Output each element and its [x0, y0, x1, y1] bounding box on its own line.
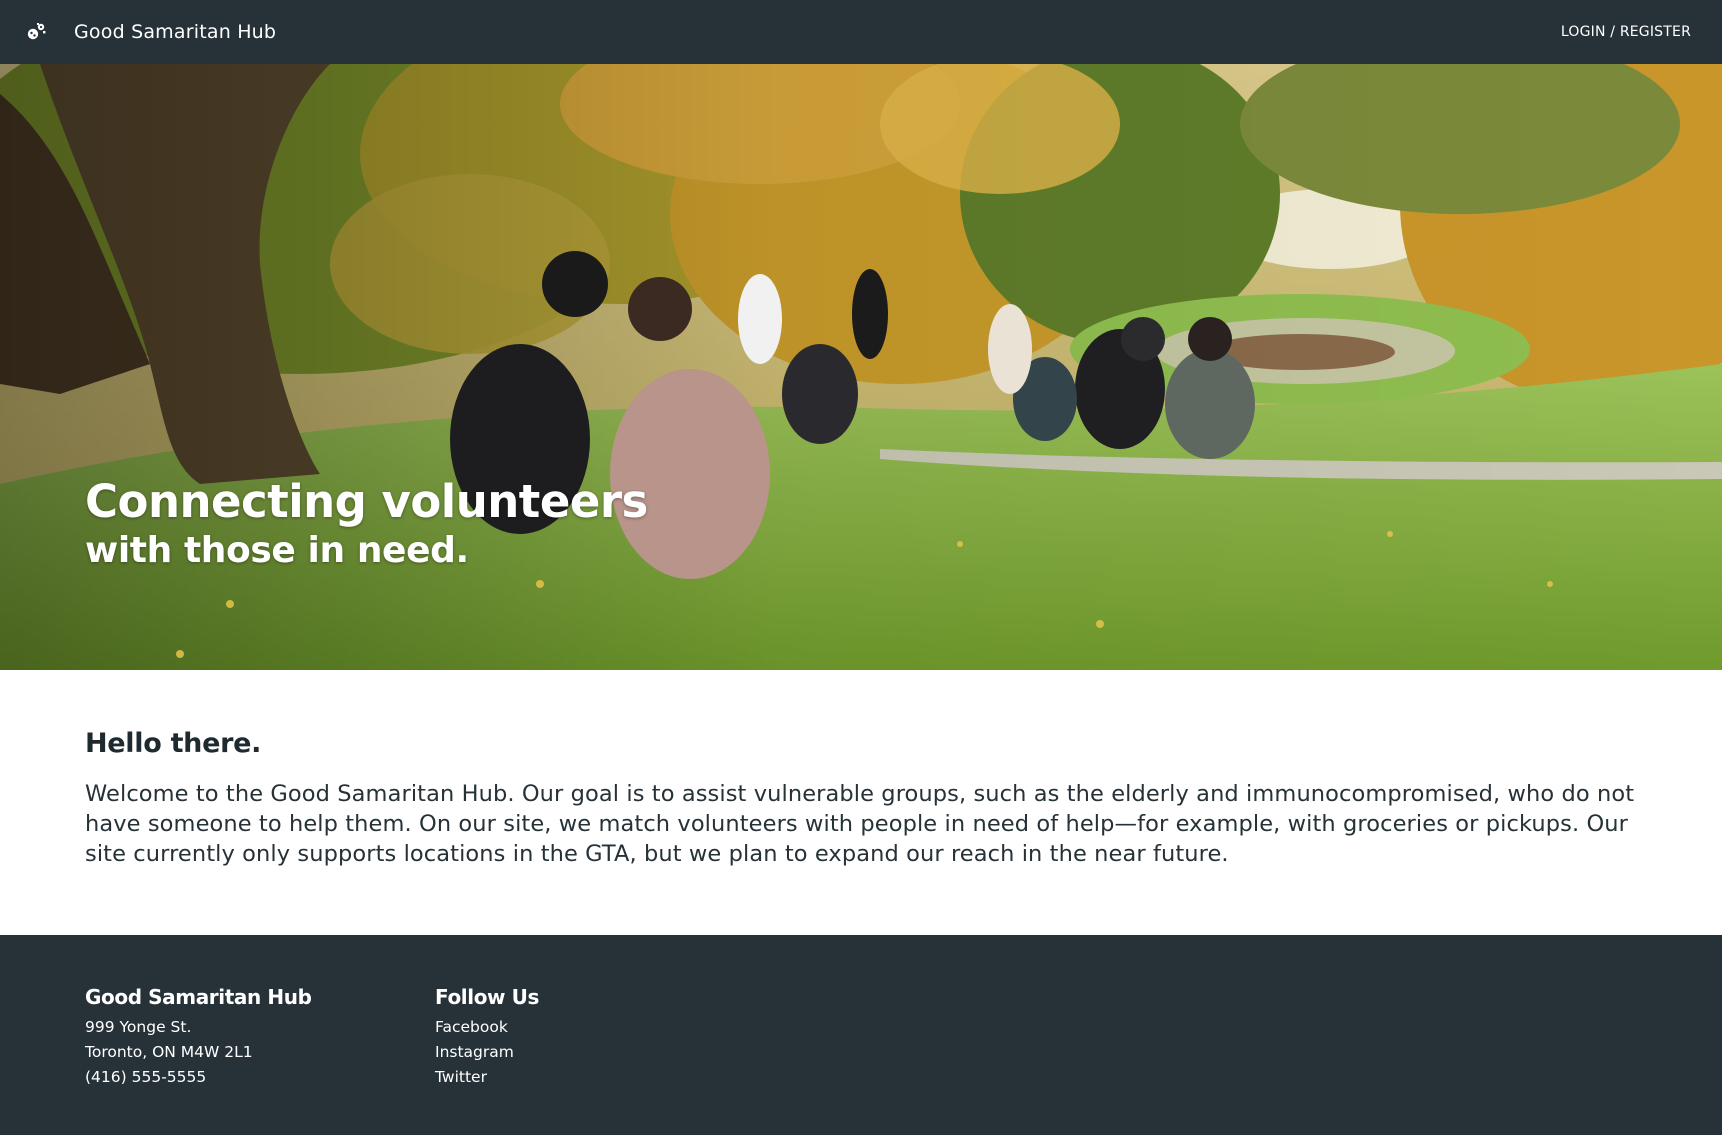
- volunteer-hands-icon: [24, 20, 48, 44]
- brand-link[interactable]: Good Samaritan Hub: [24, 20, 276, 44]
- footer-phone: (416) 555-5555: [85, 1068, 207, 1086]
- hero-park-image: [0, 64, 1722, 670]
- footer-contact: Good Samaritan Hub 999 Yonge St. Toronto…: [85, 985, 312, 1090]
- footer-address-line2: Toronto, ON M4W 2L1: [85, 1043, 253, 1061]
- hero-headline-line2: with those in need.: [85, 530, 469, 571]
- facebook-link[interactable]: Facebook: [435, 1015, 539, 1040]
- intro-section: Hello there. Welcome to the Good Samarit…: [85, 728, 1645, 869]
- site-footer: Good Samaritan Hub 999 Yonge St. Toronto…: [0, 935, 1722, 1135]
- top-navbar: Good Samaritan Hub LOGIN / REGISTER: [0, 0, 1722, 64]
- login-register-link[interactable]: LOGIN / REGISTER: [1561, 24, 1691, 40]
- intro-heading: Hello there.: [85, 728, 262, 759]
- hero-headline: Connecting volunteers with those in need…: [85, 475, 648, 573]
- instagram-link[interactable]: Instagram: [435, 1040, 539, 1065]
- hero-banner: Connecting volunteers with those in need…: [0, 64, 1722, 670]
- twitter-link[interactable]: Twitter: [435, 1065, 539, 1090]
- footer-org-title: Good Samaritan Hub: [85, 985, 312, 1009]
- brand-title: Good Samaritan Hub: [74, 21, 277, 43]
- footer-social: Follow Us Facebook Instagram Twitter: [435, 985, 539, 1090]
- footer-follow-title: Follow Us: [435, 985, 540, 1009]
- hero-headline-line1: Connecting volunteers: [85, 475, 648, 528]
- intro-body: Welcome to the Good Samaritan Hub. Our g…: [85, 781, 1635, 867]
- footer-address-line1: 999 Yonge St.: [85, 1018, 192, 1036]
